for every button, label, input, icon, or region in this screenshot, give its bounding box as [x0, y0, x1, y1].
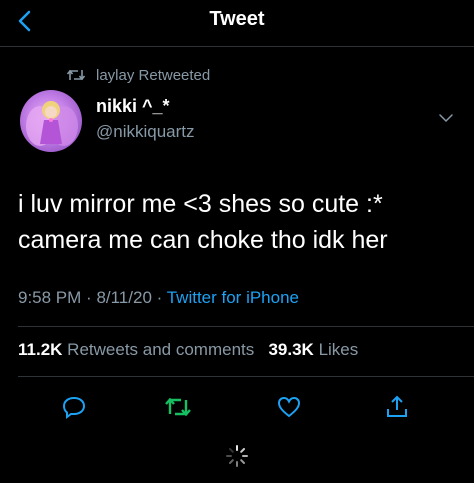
likes-stat[interactable]: 39.3K Likes: [268, 340, 358, 359]
share-button[interactable]: [382, 392, 412, 422]
like-button[interactable]: [274, 392, 304, 422]
retweets-label: Retweets and comments: [67, 340, 255, 359]
retweeted-by-label: laylay Retweeted: [96, 66, 211, 84]
page-title: Tweet: [209, 8, 265, 30]
chevron-down-icon: [439, 114, 453, 123]
display-name[interactable]: nikki ^_*: [96, 96, 170, 117]
reply-button[interactable]: [59, 392, 89, 422]
tweet-metadata: 9:58 PM · 8/11/20 · Twitter for iPhone: [18, 288, 299, 308]
separator-dot: ·: [86, 288, 97, 307]
user-handle[interactable]: @nikkiquartz: [96, 122, 195, 142]
retweet-context[interactable]: laylay Retweeted: [66, 64, 210, 86]
tweet-text: i luv mirror me <3 shes so cute :* camer…: [18, 186, 458, 258]
divider: [18, 376, 474, 377]
retweet-icon: [66, 69, 86, 81]
retweets-stat[interactable]: 11.2K Retweets and comments: [18, 340, 259, 359]
retweets-count: 11.2K: [18, 340, 63, 359]
likes-count: 39.3K: [268, 340, 314, 359]
tweet-stats: 11.2K Retweets and comments 39.3K Likes: [18, 340, 358, 360]
tweet-source-link[interactable]: Twitter for iPhone: [167, 288, 299, 307]
tweet-line: i luv mirror me <3 shes so cute :*: [18, 190, 383, 218]
more-options-button[interactable]: [434, 106, 458, 130]
retweet-button[interactable]: [163, 392, 193, 422]
share-icon: [387, 395, 407, 417]
tweet-line: camera me can choke tho idk her: [18, 226, 388, 254]
separator-dot: ·: [156, 288, 167, 307]
action-bar: [0, 386, 474, 426]
tweet-date: 8/11/20: [96, 288, 152, 307]
avatar[interactable]: [20, 90, 82, 152]
loading-spinner-icon: [226, 445, 248, 467]
likes-label: Likes: [318, 340, 359, 359]
tweet-time: 9:58 PM: [18, 288, 82, 307]
nav-bar: Tweet: [0, 0, 474, 47]
divider: [18, 326, 474, 327]
avatar-illustration: [26, 101, 78, 146]
retweet-icon: [165, 397, 191, 417]
reply-icon: [62, 396, 86, 419]
like-icon: [277, 396, 301, 418]
